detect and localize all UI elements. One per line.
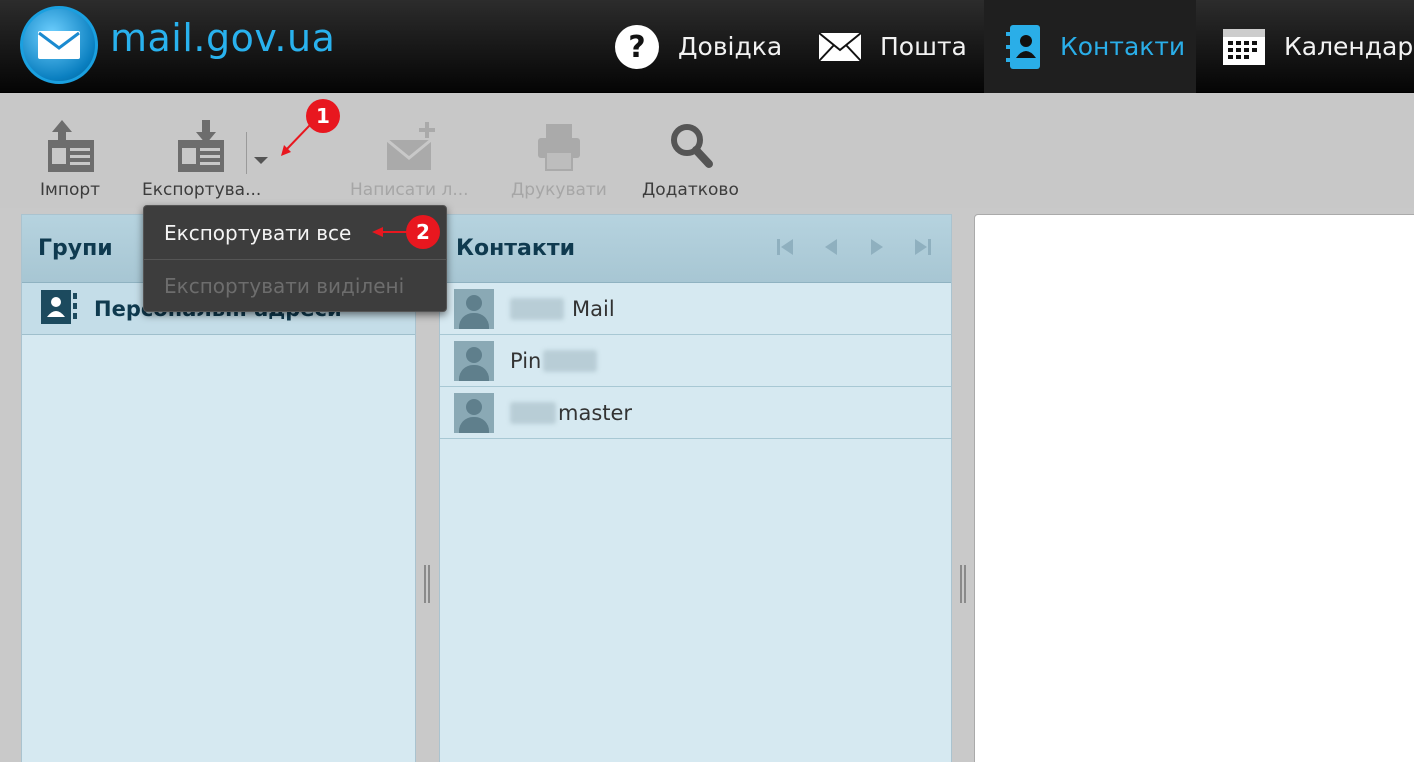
export-all-menu-item[interactable]: Експортувати все [144,206,446,259]
nav-contacts[interactable]: Контакти [984,0,1196,93]
redacted-text [510,297,564,320]
import-label: Імпорт [40,180,101,200]
contact-row[interactable]: Pin [440,335,951,387]
first-page-icon[interactable] [775,237,795,262]
contact-name: master [558,400,633,425]
annotation-marker-2: 2 [406,215,440,249]
new-mail-icon [377,114,441,174]
write-letter-button[interactable]: Написати л... [350,114,469,200]
top-navigation-bar: mail.gov.ua ? Довідка Пошта Контакти Кал… [0,0,1414,93]
more-button[interactable]: Додатково [642,114,739,200]
printer-icon [534,114,584,174]
redacted-text [543,349,598,372]
nav-help-label: Довідка [678,32,783,61]
calendar-icon [1222,28,1266,66]
contact-row[interactable]: master [440,387,951,439]
contact-row[interactable]: Mail [440,283,951,335]
redacted-text [510,401,556,424]
more-label: Додатково [642,180,739,200]
nav-help[interactable]: ? Довідка [614,0,782,93]
nav-mail-label: Пошта [880,32,967,61]
export-label: Експортува... [142,180,262,200]
annotation-marker-1: 1 [306,99,340,133]
last-page-icon[interactable] [913,237,933,262]
print-label: Друкувати [511,180,607,200]
envelope-icon [818,31,862,62]
nav-calendar-label: Календар [1284,32,1414,61]
avatar-icon [454,288,494,329]
pager [775,237,933,262]
next-page-icon[interactable] [867,237,887,262]
groups-splitter-handle[interactable] [424,565,430,603]
export-dropdown-arrow[interactable] [254,157,268,164]
print-button[interactable]: Друкувати [511,114,607,200]
export-button[interactable]: Експортува... [142,114,261,200]
search-icon [665,114,715,174]
nav-mail[interactable]: Пошта [818,0,967,93]
contacts-splitter-handle[interactable] [960,565,966,603]
svg-text:?: ? [628,30,645,65]
contacts-panel-title: Контакти [456,236,575,261]
contact-name: Pin [510,348,542,373]
prev-page-icon[interactable] [821,237,841,262]
avatar-icon [454,340,494,381]
avatar-icon [454,392,494,433]
help-icon: ? [614,24,660,70]
contacts-panel: Контакти Mail Pin master [439,214,952,762]
contacts-icon [1006,24,1042,70]
export-split-divider [246,132,247,174]
nav-contacts-label: Контакти [1060,32,1186,61]
contact-preview-panel [974,214,1414,762]
site-logo-text[interactable]: mail.gov.ua [110,16,335,60]
import-button[interactable]: Імпорт [40,114,100,200]
export-icon [174,114,230,174]
mail-logo-icon[interactable] [20,6,98,84]
address-book-icon [40,289,78,329]
contacts-panel-header: Контакти [440,215,951,283]
import-icon [42,114,98,174]
nav-calendar[interactable]: Календар [1222,0,1413,93]
export-dropdown-menu: Експортувати все Експортувати виділені [143,205,447,312]
write-letter-label: Написати л... [350,180,469,200]
contact-name: Mail [572,296,615,321]
export-selected-menu-item: Експортувати виділені [144,259,446,312]
